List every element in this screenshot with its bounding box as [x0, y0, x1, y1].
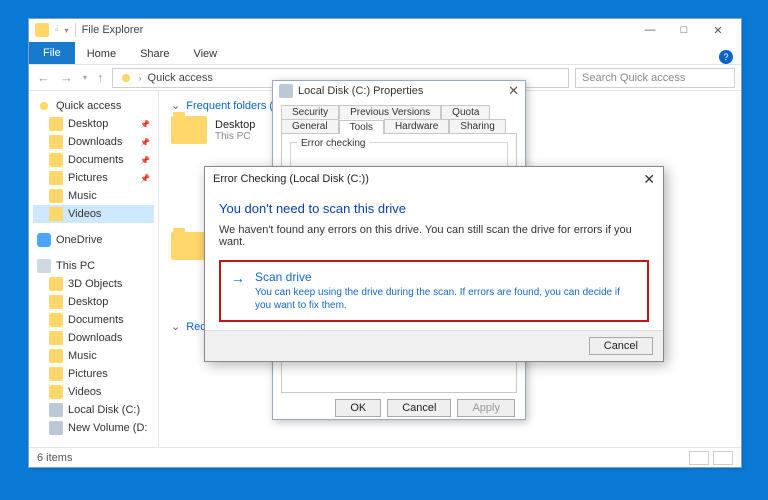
pin-icon: 📌: [140, 138, 150, 147]
disk-icon: [49, 403, 63, 417]
folder-icon: [49, 277, 63, 291]
tree-pc-pictures[interactable]: Pictures: [33, 365, 154, 383]
tree-videos[interactable]: Videos: [33, 205, 154, 223]
cancel-button[interactable]: Cancel: [387, 399, 451, 417]
chevron-down-icon: ⌄: [171, 321, 180, 333]
tab-sharing[interactable]: Sharing: [449, 119, 505, 133]
window-title: File Explorer: [82, 24, 144, 36]
search-input[interactable]: Search Quick access: [575, 68, 735, 88]
folder-icon: [171, 232, 207, 260]
pc-icon: [37, 259, 51, 273]
folder-icon: [49, 313, 63, 327]
dialog-text: We haven't found any errors on this driv…: [219, 224, 649, 248]
tab-previous-versions[interactable]: Previous Versions: [339, 105, 441, 119]
cancel-button[interactable]: Cancel: [589, 337, 653, 355]
ok-button[interactable]: OK: [335, 399, 381, 417]
ribbon: File Home Share View ?: [29, 41, 741, 65]
scan-drive-option[interactable]: → Scan drive You can keep using the driv…: [219, 260, 649, 322]
address-text: Quick access: [148, 72, 213, 84]
group-title: Error checking: [297, 138, 369, 149]
ribbon-tab-home[interactable]: Home: [75, 44, 128, 64]
search-placeholder: Search Quick access: [582, 72, 685, 84]
close-icon[interactable]: ✕: [508, 83, 519, 99]
nav-tree[interactable]: Quick access Desktop📌 Downloads📌 Documen…: [29, 91, 159, 447]
tree-pictures[interactable]: Pictures📌: [33, 169, 154, 187]
minimize-button[interactable]: —: [633, 20, 667, 40]
up-button[interactable]: ↑: [95, 70, 106, 85]
quick-access-icon: [119, 71, 133, 85]
tab-hardware[interactable]: Hardware: [384, 119, 449, 133]
item-count: 6 items: [37, 452, 72, 464]
maximize-button[interactable]: □: [667, 20, 701, 40]
error-checking-dialog: Error Checking (Local Disk (C:)) ✕ You d…: [204, 166, 664, 362]
tree-pc-downloads[interactable]: Downloads: [33, 329, 154, 347]
tree-new-volume-d[interactable]: New Volume (D:: [33, 419, 154, 437]
separator: [75, 23, 76, 37]
tree-pc-documents[interactable]: Documents: [33, 311, 154, 329]
scan-drive-title: Scan drive: [255, 270, 637, 284]
error-checking-titlebar[interactable]: Error Checking (Local Disk (C:)) ✕: [205, 167, 663, 191]
folder-icon: [49, 117, 63, 131]
tree-3dobjects[interactable]: 3D Objects: [33, 275, 154, 293]
tree-pc-music[interactable]: Music: [33, 347, 154, 365]
folder-icon: [49, 135, 63, 149]
tree-pc-videos[interactable]: Videos: [33, 383, 154, 401]
ribbon-tab-share[interactable]: Share: [128, 44, 181, 64]
properties-titlebar[interactable]: Local Disk (C:) Properties ✕: [273, 81, 525, 101]
apply-button[interactable]: Apply: [457, 399, 515, 417]
chevron-down-icon: ⌄: [171, 100, 180, 112]
close-button[interactable]: ✕: [701, 20, 735, 40]
folder-icon: [35, 23, 49, 37]
pin-icon: 📌: [140, 156, 150, 165]
tree-music[interactable]: Music: [33, 187, 154, 205]
forward-button[interactable]: →: [58, 70, 75, 85]
folder-icon: [49, 331, 63, 345]
thumbnails-view-button[interactable]: [713, 451, 733, 465]
tree-local-disk-c[interactable]: Local Disk (C:): [33, 401, 154, 419]
qat-dropdown-icon[interactable]: ▾: [65, 26, 69, 35]
folder-icon: [171, 116, 207, 144]
dialog-heading: You don't need to scan this drive: [219, 201, 649, 216]
cloud-icon: [37, 233, 51, 247]
pin-icon: 📌: [140, 174, 150, 183]
chevron-right-icon: ›: [139, 73, 142, 83]
qat-icon: ▫: [55, 25, 59, 36]
explorer-titlebar[interactable]: ▫ ▾ File Explorer — □ ✕: [29, 19, 741, 41]
tab-tools[interactable]: Tools: [339, 120, 384, 134]
folder-icon: [49, 153, 63, 167]
folder-icon: [49, 385, 63, 399]
pin-icon: 📌: [140, 120, 150, 129]
tree-onedrive[interactable]: OneDrive: [33, 231, 154, 249]
disk-icon: [49, 421, 63, 435]
arrow-right-icon: →: [231, 270, 245, 312]
folder-icon: [49, 295, 63, 309]
tab-general[interactable]: General: [281, 119, 339, 133]
tree-quick-access[interactable]: Quick access: [33, 97, 154, 115]
scan-drive-desc: You can keep using the drive during the …: [255, 286, 637, 312]
dialog-title: Error Checking (Local Disk (C:)): [213, 173, 369, 185]
folder-icon: [49, 349, 63, 363]
folder-icon: [49, 207, 63, 221]
details-view-button[interactable]: [689, 451, 709, 465]
status-bar: 6 items: [29, 447, 741, 467]
ribbon-tab-view[interactable]: View: [181, 44, 229, 64]
tree-thispc[interactable]: This PC: [33, 257, 154, 275]
properties-title: Local Disk (C:) Properties: [298, 85, 423, 97]
back-button[interactable]: ←: [35, 70, 52, 85]
tab-security[interactable]: Security: [281, 105, 339, 119]
folder-icon: [49, 367, 63, 381]
tree-pc-desktop[interactable]: Desktop: [33, 293, 154, 311]
tree-downloads[interactable]: Downloads📌: [33, 133, 154, 151]
tree-documents[interactable]: Documents📌: [33, 151, 154, 169]
tree-desktop[interactable]: Desktop📌: [33, 115, 154, 133]
file-menu[interactable]: File: [29, 42, 75, 64]
star-icon: [37, 99, 51, 113]
close-icon[interactable]: ✕: [643, 171, 655, 188]
folder-icon: [49, 189, 63, 203]
tab-quota[interactable]: Quota: [441, 105, 490, 119]
recent-dropdown-icon[interactable]: ▾: [81, 73, 89, 82]
help-icon[interactable]: ?: [719, 50, 733, 64]
folder-icon: [49, 171, 63, 185]
disk-icon: [279, 84, 293, 98]
